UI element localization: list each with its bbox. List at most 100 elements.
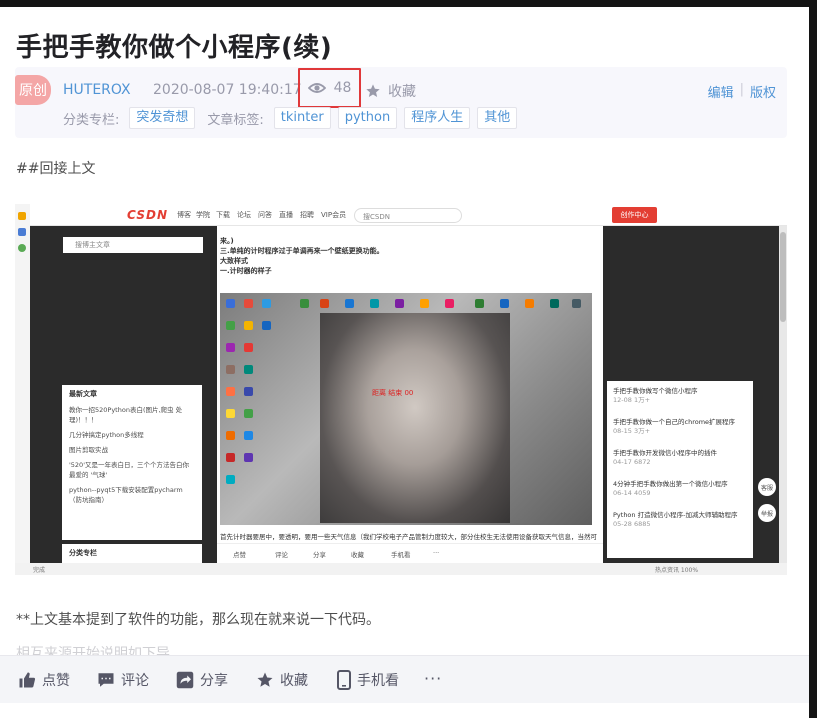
shot-nav-item: 招聘 [300,211,314,219]
shot-related-count: 1万+ [633,396,651,404]
app-icon [244,453,253,462]
app-icon [226,299,235,308]
app-icon [475,299,484,308]
like-label: 点赞 [42,673,70,689]
app-icon [262,299,271,308]
shot-recent-articles: 最新文章 教你一招520Python表白(图片,爬虫 处理)！！！ 几分钟搞定p… [62,385,202,540]
star-icon [366,84,380,97]
app-icon [500,299,509,308]
shot-status-left: 完成 [33,567,46,574]
favorite-button[interactable]: 收藏 [365,81,416,101]
thumbs-up-icon [19,672,36,688]
shot-related-count: 3万+ [633,427,651,435]
app-icon [300,299,309,308]
shot-timer-text: 距离 结束 00 [372,389,414,397]
shot-related-title: 手把手教你开发微信小程序中的插件 [613,449,717,457]
share-label: 分享 [200,673,228,689]
app-icon [572,299,581,308]
embedded-screenshot: CSDN 博客 学院 下载 论坛 问答 直播 招聘 VIP会员 搜CSDN 创作… [15,204,787,575]
shot-float-button: 客服 [758,478,776,496]
article-page: 手把手教你做个小程序(续) 原创 HUTEROX 2020-08-07 19:4… [0,7,809,718]
shot-related-title: 手把手教你做一个自己的chrome扩展程序 [613,418,736,426]
category-label: 分类专栏: [63,112,120,128]
tag-tkinter[interactable]: tkinter [273,107,331,129]
eye-icon [307,83,326,93]
book-icon [18,228,26,236]
comment-button[interactable]: 评论 [97,670,149,690]
app-icon [244,299,253,308]
tags-label: 文章标签: [207,112,264,128]
shot-related-articles: 手把手教你做写个微信小程序 12-08 1万+ 手把手教你做一个自己的chrom… [607,381,753,558]
phone-icon [337,670,351,690]
star-icon [18,212,26,220]
app-icon [226,321,235,330]
app-icon [244,409,253,418]
shot-topnav: CSDN 博客 学院 下载 论坛 问答 直播 招聘 VIP会员 搜CSDN 创作… [30,204,787,226]
app-icon [226,387,235,396]
app-icon [226,431,235,440]
view-count: 48 [298,68,361,108]
shot-status-bar: 完成 热点资讯 100% [15,563,787,575]
app-icon [370,299,379,308]
shot-related-date: 12-08 [613,396,632,404]
shot-text-line: 一.计时器的样子 [220,267,272,275]
app-icon [525,299,534,308]
meta-taxonomy: 分类专栏: 突发奇想 文章标签: tkinter python 程序人生 其他 [63,107,524,129]
shot-action: 分享 [313,551,326,559]
tag-programmer-life[interactable]: 程序人生 [404,107,471,129]
shot-nav-search: 搜CSDN [354,208,462,223]
shot-related-count: 6885 [633,520,651,528]
tag-other[interactable]: 其他 [477,107,518,129]
app-icon [244,343,253,352]
category-tag[interactable]: 突发奇想 [129,107,196,129]
shot-related-title: 4分钟手把手教你做出第一个微信小程序 [613,480,728,488]
shot-action: 点赞 [233,551,246,559]
author-link[interactable]: HUTEROX [63,82,131,98]
shot-float-button: 举报 [758,504,776,522]
article-meta: 原创 HUTEROX 2020-08-07 19:40:17 48 收藏 编辑 … [15,67,787,138]
shot-nav-item: VIP会员 [321,211,347,219]
shot-nav-item: 问答 [258,211,272,219]
like-button[interactable]: 点赞 [18,670,70,690]
favorite-bottom-button[interactable]: 收藏 [256,670,308,690]
meta-divider: | [739,82,744,97]
share-icon [176,671,194,689]
app-icon [226,343,235,352]
shot-related-item: 4分钟手把手教你做出第一个微信小程序 06-14 4059 [613,480,747,498]
wallpaper-portrait [320,313,510,523]
intro-text: ##回接上文 [16,161,96,177]
shot-nav-item: 论坛 [237,211,251,219]
tag-python[interactable]: python [337,107,398,129]
share-button[interactable]: 分享 [176,670,228,690]
shot-recent-item: 几分钟搞定python多线程 [69,431,144,439]
csdn-logo: CSDN [127,208,169,222]
mobile-view-button[interactable]: 手机看 [337,670,399,690]
app-icon [550,299,559,308]
app-icon [262,321,271,330]
shot-left-column: 搜博主文章 最新文章 教你一招520Python表白(图片,爬虫 处理)！！！ … [53,229,205,575]
shot-related-date: 05-28 [613,520,632,528]
shot-recent-item: 教你一招520Python表白(图片,爬虫 处理)！！！ [69,406,183,424]
app-icon [244,365,253,374]
shot-nav-item: 直播 [279,211,293,219]
shot-nav-item: 下载 [216,211,230,219]
app-icon [226,453,235,462]
shot-desktop-image: 距离 结束 00 [220,293,592,525]
shot-recent-item: '520'又是一年表白日，三个个方法告白你最爱的 '气球' [69,461,189,479]
shot-related-item: 手把手教你开发微信小程序中的插件 04-17 6872 [613,449,747,467]
shot-text-line: 三.单纯的计时程序过于单调再来一个壁纸更换功能。 [220,247,384,255]
bottom-action-bar: 点赞 评论 分享 收藏 手机看 ··· [0,655,809,703]
shot-related-date: 06-14 [613,489,632,497]
app-icon [244,321,253,330]
edit-link[interactable]: 编辑 [708,82,734,101]
shot-action: 手机看 [391,551,411,559]
shot-create-button: 创作中心 [612,207,657,223]
article-title: 手把手教你做个小程序(续) [16,33,333,63]
shot-related-date: 08-15 [613,427,632,435]
shot-related-item: 手把手教你做写个微信小程序 12-08 1万+ [613,387,747,405]
copyright-link[interactable]: 版权 [750,82,776,101]
shot-recent-title: 最新文章 [69,390,97,398]
more-options-button[interactable]: ··· [424,669,442,688]
shot-action: 评论 [275,551,288,559]
shot-nav-item: 博客 [177,211,191,219]
